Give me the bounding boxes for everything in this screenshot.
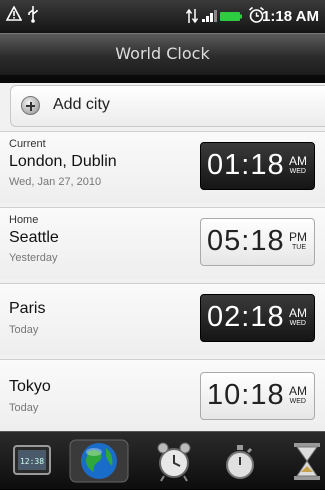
warning-icon [6, 6, 22, 21]
clock-day: WED [289, 320, 306, 327]
tab-desk-clock[interactable]: 12:38 [6, 436, 58, 486]
city-name: Paris [9, 300, 46, 317]
tab-stopwatch[interactable] [214, 436, 266, 486]
tab-alarms[interactable] [148, 436, 200, 486]
clock-ampm: AM [289, 306, 307, 320]
city-date: Today [9, 402, 39, 414]
city-row-tokyo[interactable]: Tokyo Today 10:18 AM WED [0, 359, 325, 431]
clock-ampm: PM [289, 230, 307, 244]
title-divider [0, 75, 325, 83]
city-clock: 01:18 AM WED [200, 142, 315, 190]
city-clock: 05:18 PM TUE [200, 218, 315, 266]
plus-icon [21, 96, 40, 115]
city-name: Seattle [9, 229, 59, 246]
clock-time: 05:18 [207, 225, 285, 257]
city-clock: 02:18 AM WED [200, 294, 315, 342]
tab-world-clock[interactable] [64, 436, 134, 486]
page-title: World Clock [0, 33, 325, 75]
clock-ampm: AM [289, 154, 307, 168]
clock-day: TUE [292, 244, 306, 251]
city-row-paris[interactable]: Paris Today 02:18 AM WED [0, 283, 325, 355]
alarm-clock-icon [157, 442, 191, 482]
add-city-label: Add city [53, 96, 110, 113]
city-name: London, Dublin [9, 153, 117, 170]
globe-icon [69, 439, 129, 483]
clock-day: WED [289, 168, 306, 175]
hourglass-icon [294, 443, 320, 480]
city-list: Add city Current London, Dublin Wed, Jan… [0, 83, 325, 431]
usb-icon [28, 6, 38, 23]
clock-day: WED [289, 398, 306, 405]
city-date: Yesterday [9, 252, 58, 264]
city-row-seattle[interactable]: Home Seattle Yesterday 05:18 PM TUE [0, 207, 325, 279]
desk-clock-icon: 12:38 [13, 445, 51, 475]
city-row-london[interactable]: Current London, Dublin Wed, Jan 27, 2010… [0, 131, 325, 203]
stopwatch-icon [226, 445, 254, 479]
add-city-button[interactable]: Add city [10, 85, 325, 127]
status-time: 1:18 AM [262, 8, 319, 25]
city-date: Wed, Jan 27, 2010 [9, 176, 102, 188]
city-tag: Current [9, 138, 46, 150]
tab-timer[interactable] [284, 436, 324, 486]
signal-icon [202, 10, 217, 22]
data-arrows-icon [186, 8, 198, 24]
battery-icon [220, 12, 242, 21]
city-clock: 10:18 AM WED [200, 372, 315, 420]
bottom-tab-bar: 12:38 [0, 431, 325, 489]
clock-time: 01:18 [207, 149, 285, 181]
desk-clock-text: 12:38 [20, 457, 44, 466]
clock-time: 10:18 [207, 379, 285, 411]
clock-ampm: AM [289, 384, 307, 398]
city-date: Today [9, 324, 39, 336]
city-name: Tokyo [9, 378, 51, 395]
city-tag: Home [9, 214, 39, 226]
clock-time: 02:18 [207, 301, 285, 333]
status-bar: 1:18 AM [0, 0, 325, 33]
